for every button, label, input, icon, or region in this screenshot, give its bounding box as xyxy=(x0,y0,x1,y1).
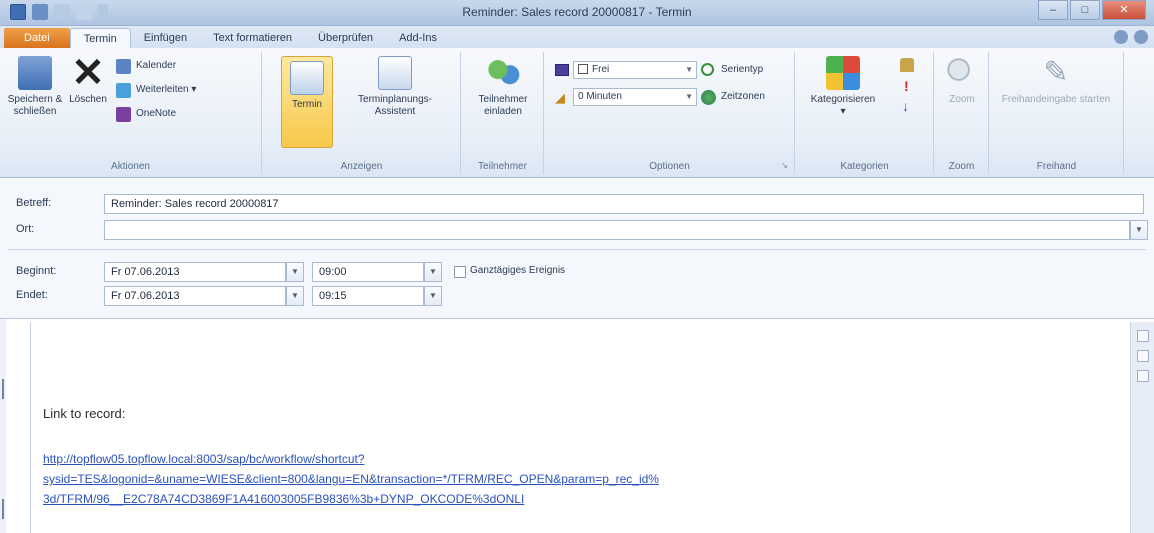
start-inking-button[interactable]: ✎ Freihandeingabe starten xyxy=(1000,56,1112,106)
start-date-dropdown[interactable]: ▼ xyxy=(286,262,304,282)
record-link-line-1[interactable]: http://topflow05.topflow.local:8003/sap/… xyxy=(43,452,365,466)
group-label-zoom: Zoom xyxy=(948,161,975,172)
forward-button[interactable]: Weiterleiten ▾ xyxy=(114,80,196,100)
low-importance-icon[interactable]: ↓ xyxy=(902,98,909,114)
save-close-button[interactable]: Speichern & schließen xyxy=(6,56,64,118)
close-button[interactable]: ✕ xyxy=(1102,0,1146,20)
end-time-input[interactable]: 09:15 xyxy=(312,286,424,306)
timezones-button[interactable]: Zeitzonen xyxy=(699,87,765,107)
allday-checkbox[interactable] xyxy=(454,266,466,278)
title-bar: Reminder: Sales record 20000817 - Termin… xyxy=(0,0,1154,26)
tab-einfuegen[interactable]: Einfügen xyxy=(131,28,200,48)
group-kategorien: Kategorisieren ▾ ! ↓ Kategorien xyxy=(796,52,934,174)
termin-view-button[interactable]: Termin xyxy=(281,56,333,148)
onenote-button[interactable]: OneNote xyxy=(114,104,176,124)
tab-datei[interactable]: Datei xyxy=(4,28,70,48)
maximize-button[interactable]: □ xyxy=(1070,0,1100,20)
delete-button[interactable]: ✕ Löschen xyxy=(66,51,110,106)
private-lock-icon[interactable] xyxy=(900,58,914,72)
location-dropdown-button[interactable]: ▼ xyxy=(1130,220,1148,240)
group-label-anzeigen: Anzeigen xyxy=(340,161,383,172)
scroll-up-icon[interactable] xyxy=(1136,330,1149,342)
save-close-icon xyxy=(18,56,52,90)
show-as-combo[interactable]: Frei ▼ xyxy=(573,61,697,79)
location-input[interactable] xyxy=(104,220,1130,240)
reminder-combo[interactable]: 0 Minuten ▼ xyxy=(573,88,697,106)
calendar-button[interactable]: Kalender xyxy=(114,56,176,76)
window-controls: – □ ✕ xyxy=(1036,0,1146,20)
subject-label: Betreff: xyxy=(16,197,52,209)
group-freihand: ✎ Freihandeingabe starten Freihand xyxy=(990,52,1124,174)
scroll-down-icon[interactable] xyxy=(1136,370,1149,382)
group-label-teilnehmer: Teilnehmer xyxy=(478,161,527,172)
ribbon: Speichern & schließen ✕ Löschen Kalender… xyxy=(0,48,1154,178)
group-optionen: Frei ▼ Serientyp ◢ 0 Minuten ▼ Zeitzonen O… xyxy=(545,52,795,174)
record-link-line-2[interactable]: sysid=TES&logonid=&uname=WIESE&client=80… xyxy=(43,472,659,486)
forward-icon xyxy=(116,83,131,98)
calendar-icon xyxy=(116,59,131,74)
record-link-line-3[interactable]: 3d/TFRM/96__E2C78A74CD3869F1A416003005FB… xyxy=(43,492,524,506)
subject-input[interactable]: Reminder: Sales record 20000817 xyxy=(104,194,1144,214)
start-date-input[interactable]: Fr 07.06.2013 xyxy=(104,262,286,282)
pen-icon: ✎ xyxy=(1043,56,1069,89)
tab-text-formatieren[interactable]: Text formatieren xyxy=(200,28,305,48)
group-label-kategorien: Kategorien xyxy=(840,161,889,172)
high-importance-icon[interactable]: ! xyxy=(904,78,909,94)
appointment-icon xyxy=(290,61,324,95)
ribbon-tabs: Datei Termin Einfügen Text formatieren Ü… xyxy=(0,26,1154,48)
group-anzeigen: Termin Terminplanungs-Assistent Anzeigen xyxy=(263,52,461,174)
tab-termin[interactable]: Termin xyxy=(69,28,131,48)
message-body[interactable]: Link to record: http://topflow05.topflow… xyxy=(30,322,1128,533)
end-label: Endet: xyxy=(16,289,48,301)
categorize-button[interactable]: Kategorisieren ▾ xyxy=(802,56,884,118)
appointment-form: Betreff: Reminder: Sales record 20000817… xyxy=(0,179,1154,319)
scheduling-assistant-icon xyxy=(378,56,412,90)
start-time-dropdown[interactable]: ▼ xyxy=(424,262,442,282)
group-label-freihand: Freihand xyxy=(1036,161,1077,172)
recurrence-button[interactable]: Serientyp xyxy=(699,60,763,80)
attendees-icon xyxy=(486,56,520,90)
group-zoom: Zoom Zoom xyxy=(935,52,989,174)
invite-attendees-button[interactable]: Teilnehmer einladen xyxy=(468,56,538,118)
minimize-ribbon-icon[interactable] xyxy=(1114,30,1128,44)
body-scrollbar[interactable] xyxy=(1130,322,1154,533)
zoom-button[interactable]: Zoom xyxy=(941,56,983,106)
reminder-bell-icon: ◢ xyxy=(555,90,565,105)
dialog-launcher-icon[interactable]: ↘ xyxy=(781,161,788,170)
tab-add-ins[interactable]: Add-Ins xyxy=(386,28,450,48)
location-label: Ort: xyxy=(16,223,35,235)
delete-x-icon: ✕ xyxy=(71,51,105,95)
show-as-icon xyxy=(555,64,569,76)
end-date-input[interactable]: Fr 07.06.2013 xyxy=(104,286,286,306)
allday-label: Ganztägiges Ereignis xyxy=(470,265,566,276)
categorize-icon xyxy=(826,56,860,90)
body-heading: Link to record: xyxy=(43,406,126,421)
scroll-button-icon[interactable] xyxy=(1136,350,1149,362)
start-label: Beginnt: xyxy=(16,265,57,277)
end-date-dropdown[interactable]: ▼ xyxy=(286,286,304,306)
minimize-button[interactable]: – xyxy=(1038,0,1068,20)
scheduling-assistant-button[interactable]: Terminplanungs-Assistent xyxy=(343,56,447,118)
end-time-dropdown[interactable]: ▼ xyxy=(424,286,442,306)
group-teilnehmer: Teilnehmer einladen Teilnehmer xyxy=(462,52,544,174)
tab-ueberpruefen[interactable]: Überprüfen xyxy=(305,28,386,48)
window-title: Reminder: Sales record 20000817 - Termin xyxy=(462,5,692,19)
globe-icon xyxy=(701,90,716,105)
group-label-optionen: Optionen xyxy=(649,161,690,172)
help-icon[interactable] xyxy=(1134,30,1148,44)
onenote-icon xyxy=(116,107,131,122)
start-time-input[interactable]: 09:00 xyxy=(312,262,424,282)
group-aktionen: Speichern & schließen ✕ Löschen Kalender… xyxy=(0,52,262,174)
group-label-aktionen: Aktionen xyxy=(111,161,150,172)
recurrence-icon xyxy=(701,63,714,76)
magnifier-icon xyxy=(945,56,979,90)
